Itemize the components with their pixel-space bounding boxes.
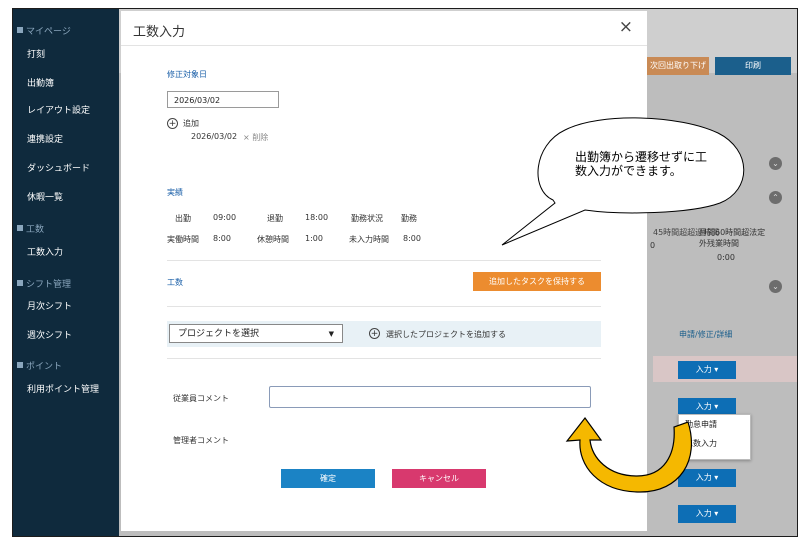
print-button[interactable]: 印刷	[715, 57, 791, 75]
close-icon[interactable]: ×	[619, 17, 633, 37]
clock-in-label: 出勤	[175, 214, 191, 223]
kosu-label: 工数	[167, 278, 183, 287]
employee-comment-label: 従業員コメント	[173, 394, 229, 403]
sidebar-item-dashboard[interactable]: ダッシュボード	[27, 161, 90, 174]
date-input[interactable]: 2026/03/02	[167, 91, 279, 108]
target-date-label: 修正対象日	[167, 70, 207, 79]
employee-comment-field[interactable]	[269, 386, 591, 408]
keep-task-button[interactable]: 追加したタスクを保持する	[473, 272, 601, 291]
work-status-value: 勤務	[401, 214, 417, 223]
break-time-value: 1:00	[305, 234, 323, 243]
delete-date-link[interactable]: × 削除	[243, 132, 268, 143]
kosu-input-dialog: 工数入力 × 修正対象日 2026/03/02 + 追加 2026/03/02 …	[121, 11, 647, 531]
sidebar-section-kosu: 工数	[17, 222, 44, 235]
cancel-button[interactable]: キャンセル	[392, 469, 486, 488]
column-header-request: 申請/修正/詳細	[679, 330, 733, 339]
sidebar-item-dakoku[interactable]: 打刻	[27, 47, 45, 60]
sidebar-item-leave-list[interactable]: 休暇一覧	[27, 190, 63, 203]
clock-out-value: 18:00	[305, 213, 329, 222]
uninput-time-label: 未入力時間	[349, 235, 389, 244]
row-input-button[interactable]: 入力 ▾	[678, 505, 736, 523]
actual-hours-label: 実働時間	[167, 235, 199, 244]
add-project-link[interactable]: 選択したプロジェクトを追加する	[386, 329, 506, 340]
overtime-60-label-2: 外残業時間	[699, 239, 739, 248]
clock-in-value: 09:00	[213, 213, 237, 222]
app-window: マイページ 打刻 出勤簿 レイアウト設定 連携設定 ダッシュボード 休暇一覧 工…	[12, 8, 798, 537]
manager-comment-label: 管理者コメント	[173, 436, 229, 445]
menu-item-attendance-request[interactable]: 勤怠申請	[679, 415, 750, 434]
withdraw-button[interactable]: 次回出取り下げ	[647, 57, 709, 75]
expand-icon[interactable]: ⌃	[769, 191, 782, 204]
dialog-header: 工数入力 ×	[121, 11, 647, 46]
overtime-60-value: 0:00	[717, 253, 735, 262]
sidebar-item-integration[interactable]: 連携設定	[27, 132, 63, 145]
added-date: 2026/03/02	[191, 132, 238, 141]
row-input-button[interactable]: 入力 ▾	[678, 469, 736, 487]
menu-item-kosu-input[interactable]: 工数入力	[679, 434, 750, 453]
sidebar: マイページ 打刻 出勤簿 レイアウト設定 連携設定 ダッシュボード 休暇一覧 工…	[13, 9, 119, 536]
sidebar-item-weekly-shift[interactable]: 週次シフト	[27, 328, 72, 341]
confirm-button[interactable]: 確定	[281, 469, 375, 488]
project-bar: プロジェクトを選択 ▼ + 選択したプロジェクトを追加する	[167, 321, 601, 347]
overtime-60-label-1: 月間60時間超法定	[699, 228, 766, 237]
sidebar-section-shift: シフト管理	[17, 277, 71, 290]
actual-hours-value: 8:00	[213, 234, 231, 243]
chevron-down-icon: ▼	[328, 330, 334, 338]
input-dropdown-menu: 勤怠申請 工数入力	[678, 414, 751, 460]
overtime-45-value: 0	[650, 241, 656, 250]
results-label: 実績	[167, 188, 183, 197]
callout-text: 出勤簿から遷移せずに工数入力ができます。	[575, 150, 708, 178]
sidebar-item-layout[interactable]: レイアウト設定	[27, 103, 90, 116]
sidebar-item-monthly-shift[interactable]: 月次シフト	[27, 299, 72, 312]
sidebar-item-point-management[interactable]: 利用ポイント管理	[27, 382, 99, 395]
dialog-title: 工数入力	[133, 25, 186, 40]
add-project-icon[interactable]: +	[369, 328, 380, 339]
uninput-time-value: 8:00	[403, 234, 421, 243]
collapse-icon[interactable]: ⌄	[769, 157, 782, 170]
sidebar-section-mypage: マイページ	[17, 24, 71, 37]
work-status-label: 勤務状況	[351, 214, 383, 223]
add-date-link[interactable]: 追加	[183, 118, 199, 129]
divider	[167, 358, 601, 359]
break-time-label: 休憩時間	[257, 235, 289, 244]
clock-out-label: 退勤	[267, 214, 283, 223]
sidebar-item-kosu-input[interactable]: 工数入力	[27, 245, 63, 258]
divider	[167, 306, 601, 307]
project-select[interactable]: プロジェクトを選択 ▼	[169, 324, 343, 343]
collapse-icon-2[interactable]: ⌄	[769, 280, 782, 293]
divider	[167, 260, 601, 261]
row-input-button[interactable]: 入力 ▾	[678, 361, 736, 379]
add-icon[interactable]: +	[167, 118, 178, 129]
sidebar-item-attendance[interactable]: 出勤簿	[27, 76, 54, 89]
sidebar-section-points: ポイント	[17, 359, 62, 372]
